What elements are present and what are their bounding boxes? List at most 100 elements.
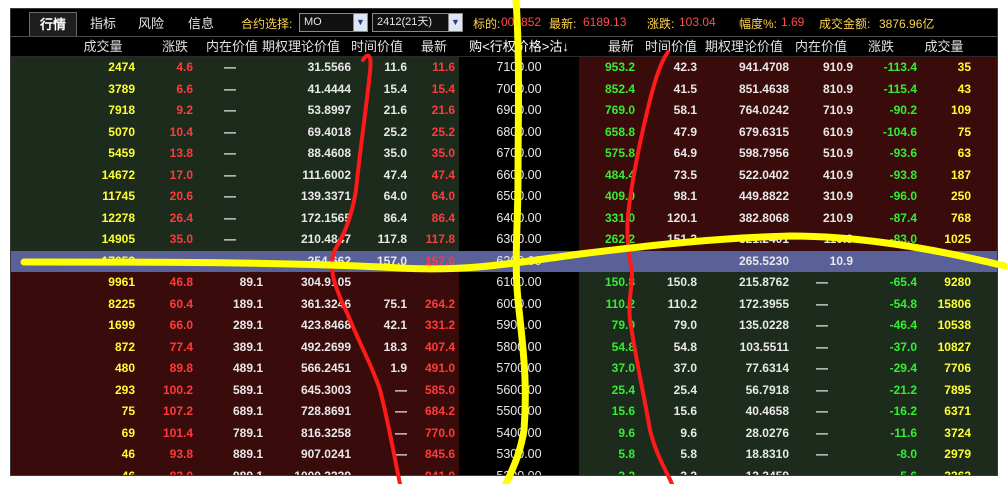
call-theoretical[interactable]: 423.8468 [265,315,351,337]
put-intrinsic[interactable]: — [791,423,853,445]
call-time-value[interactable]: 117.8 [349,229,407,251]
option-row[interactable]: 7918 9.2—53.8997 21.6 21.6 6900.00 769.0 58.1 7… [11,100,997,122]
expiry-select[interactable]: 2412(21天) ▼ [372,13,463,32]
option-row[interactable]: 14905 35.0—210.4847 117.8 117.8 6300.00 262.2… [11,229,997,251]
call-last[interactable]: 35.0 [409,143,455,165]
call-volume[interactable]: 17052 [69,251,135,273]
strike-price[interactable]: 6000.00 [459,294,579,316]
put-theoretical[interactable]: 851.4638 [701,79,789,101]
put-time-value[interactable]: 9.6 [639,423,697,445]
call-change[interactable]: 60.4 [137,294,193,316]
put-change[interactable]: -29.4 [855,358,917,380]
put-theoretical[interactable]: 598.7956 [701,143,789,165]
put-last[interactable]: 769.0 [579,100,635,122]
put-change[interactable]: -113.4 [855,57,917,79]
put-last[interactable]: 331.0 [579,208,635,230]
put-last[interactable] [579,251,635,273]
put-theoretical[interactable]: 215.8762 [701,272,789,294]
put-last[interactable]: 575.8 [579,143,635,165]
call-time-value[interactable]: — [349,380,407,402]
put-change[interactable]: -21.2 [855,380,917,402]
call-time-value[interactable]: 18.3 [349,337,407,359]
put-intrinsic[interactable]: 710.9 [791,100,853,122]
put-volume[interactable]: 35 [915,57,971,79]
put-volume[interactable]: 10827 [915,337,971,359]
put-change[interactable]: -5.6 [855,466,917,476]
call-time-value[interactable]: 64.0 [349,186,407,208]
put-time-value[interactable]: 150.8 [639,272,697,294]
call-volume[interactable]: 5070 [69,122,135,144]
put-change[interactable]: -90.2 [855,100,917,122]
call-change[interactable]: 4.6 [137,57,193,79]
put-intrinsic[interactable]: 10.9 [791,251,853,273]
call-time-value[interactable]: — [349,466,407,476]
put-volume[interactable]: 2979 [915,444,971,466]
strike-price[interactable]: 7100.00 [459,57,579,79]
call-theoretical[interactable]: 645.3003 [265,380,351,402]
put-intrinsic[interactable]: 110.9 [791,229,853,251]
option-row-selected[interactable]: 17052—254.662 157.0 157.0 6200.00 265.5230 10… [11,250,997,273]
put-last[interactable]: 658.8 [579,122,635,144]
tab-risk[interactable]: 风险 [131,12,171,36]
put-volume[interactable]: 15806 [915,294,971,316]
strike-price[interactable]: 6700.00 [459,143,579,165]
put-change[interactable]: -115.4 [855,79,917,101]
call-last[interactable]: 25.2 [409,122,455,144]
put-last[interactable]: 5.8 [579,444,635,466]
put-change[interactable]: -104.6 [855,122,917,144]
call-change[interactable]: 6.6 [137,79,193,101]
put-time-value[interactable]: 64.9 [639,143,697,165]
call-last[interactable]: 86.4 [409,208,455,230]
put-last[interactable]: 150.8 [579,272,635,294]
strike-price[interactable]: 5300.00 [459,444,579,466]
call-volume[interactable]: 2474 [69,57,135,79]
call-last[interactable]: 845.6 [409,444,455,466]
header-put-volume[interactable]: 成交量 [899,37,989,57]
put-volume[interactable]: 187 [915,165,971,187]
call-theoretical[interactable]: 31.5566 [265,57,351,79]
call-change[interactable]: 100.2 [137,380,193,402]
put-last[interactable]: 409.0 [579,186,635,208]
put-last[interactable]: 79.0 [579,315,635,337]
call-theoretical[interactable]: 254.662 [265,251,351,273]
option-row[interactable]: 1699 66.0 289.1 423.8468 42.1 331.2 5900.00 79.… [11,315,997,337]
call-last[interactable]: 117.8 [409,229,455,251]
call-volume[interactable]: 11745 [69,186,135,208]
call-change[interactable]: 9.2 [137,100,193,122]
call-last[interactable]: 157.0 [409,251,455,273]
put-time-value[interactable]: 42.3 [639,57,697,79]
put-change[interactable]: -16.2 [855,401,917,423]
call-theoretical[interactable]: 111.6002 [265,165,351,187]
put-time-value[interactable]: 25.4 [639,380,697,402]
call-last[interactable]: 11.6 [409,57,455,79]
call-intrinsic[interactable]: — [197,229,263,251]
call-volume[interactable]: 46 [69,444,135,466]
call-theoretical[interactable]: 361.3246 [265,294,351,316]
call-volume[interactable]: 14905 [69,229,135,251]
put-volume[interactable]: 10538 [915,315,971,337]
put-intrinsic[interactable]: — [791,444,853,466]
put-theoretical[interactable]: 449.8822 [701,186,789,208]
call-theoretical[interactable]: 566.2451 [265,358,351,380]
strike-price[interactable]: 5500.00 [459,401,579,423]
call-time-value[interactable]: 15.4 [349,79,407,101]
call-theoretical[interactable]: 172.1565 [265,208,351,230]
put-last[interactable]: 110.2 [579,294,635,316]
put-volume[interactable]: 109 [915,100,971,122]
strike-price[interactable]: 6900.00 [459,100,579,122]
option-row[interactable]: 14672 17.0—111.6002 47.4 47.4 6600.00 484.4 73… [11,164,997,187]
put-volume[interactable]: 2363 [915,466,971,476]
option-row[interactable]: 872 77.4 389.1 492.2699 18.3 407.4 5800.00 54.8… [11,336,997,359]
call-last[interactable]: 941.0 [409,466,455,476]
put-last[interactable]: 484.4 [579,165,635,187]
put-intrinsic[interactable]: — [791,272,853,294]
tab-quotes[interactable]: 行情 [29,12,77,36]
call-volume[interactable]: 14672 [69,165,135,187]
put-intrinsic[interactable]: 910.9 [791,57,853,79]
put-change[interactable] [855,251,917,273]
contract-select[interactable]: MO ▼ [299,13,368,32]
call-volume[interactable]: 293 [69,380,135,402]
put-last[interactable]: 54.8 [579,337,635,359]
strike-price[interactable]: 6800.00 [459,122,579,144]
put-change[interactable]: -46.4 [855,315,917,337]
